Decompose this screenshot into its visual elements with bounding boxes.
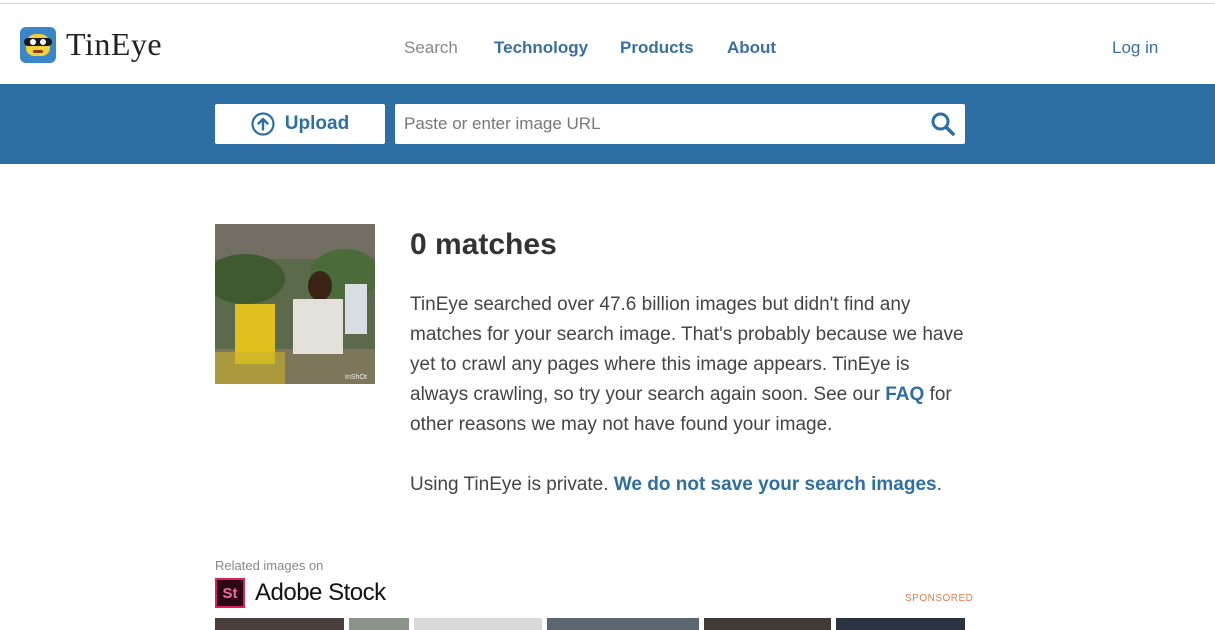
login-link[interactable]: Log in bbox=[1112, 38, 1158, 58]
privacy-end: . bbox=[936, 474, 942, 495]
logo-text: TinEye bbox=[66, 26, 163, 62]
privacy-link[interactable]: We do not save your search images bbox=[614, 474, 937, 495]
related-image-5[interactable] bbox=[704, 618, 831, 630]
adobe-stock-logo[interactable]: St Adobe Stock bbox=[215, 578, 386, 608]
sponsored-label: SPONSORED bbox=[905, 593, 974, 604]
related-image-3[interactable] bbox=[414, 618, 542, 630]
related-image-6[interactable] bbox=[836, 618, 965, 630]
search-icon[interactable] bbox=[930, 111, 956, 137]
result-heading: 0 matches bbox=[410, 228, 557, 261]
upload-arrow-icon bbox=[251, 112, 275, 136]
tineye-mascot-icon bbox=[20, 26, 56, 63]
url-search-box bbox=[395, 104, 965, 144]
privacy-text: Using TinEye is private. bbox=[410, 474, 614, 495]
related-image-4[interactable] bbox=[547, 618, 699, 630]
result-text-before: TinEye searched over 47.6 billion images… bbox=[410, 294, 964, 405]
search-bar: Upload bbox=[0, 84, 1215, 164]
tineye-logo[interactable]: TinEye bbox=[20, 26, 162, 63]
adobe-stock-name: Adobe Stock bbox=[255, 579, 386, 606]
thumbnail-watermark: InShOt bbox=[345, 374, 367, 381]
related-image-2[interactable] bbox=[349, 618, 409, 630]
upload-label: Upload bbox=[284, 113, 350, 134]
related-images-label: Related images on bbox=[215, 558, 324, 573]
nav-technology[interactable]: Technology bbox=[494, 38, 588, 58]
privacy-note: Using TinEye is private. We do not save … bbox=[410, 470, 942, 500]
site-header: TinEye Search Technology Products About … bbox=[0, 4, 1215, 84]
faq-link[interactable]: FAQ bbox=[885, 384, 924, 405]
nav-products[interactable]: Products bbox=[620, 38, 694, 58]
nav-about[interactable]: About bbox=[727, 38, 776, 58]
search-image-thumbnail: InShOt bbox=[215, 224, 375, 384]
adobe-stock-icon: St bbox=[215, 578, 245, 608]
result-description: TinEye searched over 47.6 billion images… bbox=[410, 290, 970, 440]
upload-button[interactable]: Upload bbox=[215, 104, 385, 144]
image-url-input[interactable] bbox=[395, 104, 915, 144]
nav-search[interactable]: Search bbox=[404, 38, 458, 58]
related-image-1[interactable] bbox=[215, 618, 344, 630]
